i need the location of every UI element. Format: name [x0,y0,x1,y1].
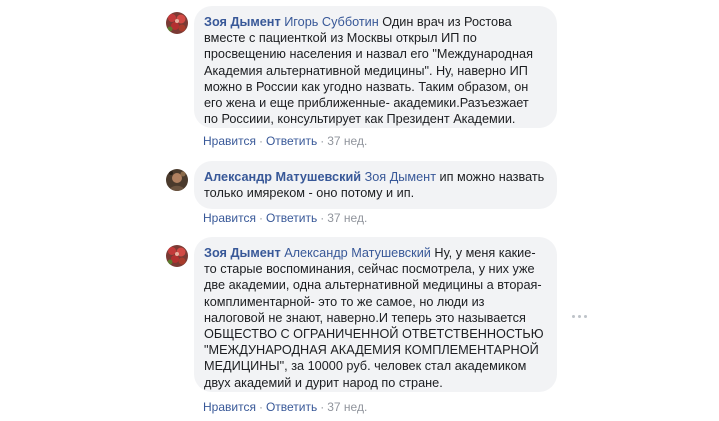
comment-mention[interactable]: Александр Матушевский [284,246,431,260]
separator: · [320,134,325,148]
like-link[interactable]: Нравится [203,400,256,414]
separator: · [320,211,325,225]
avatar-photo-icon [166,169,188,191]
avatar[interactable] [166,169,188,191]
avatar[interactable] [166,245,188,267]
comment-text: Один врач из Ростова вместе с пациенткой… [204,15,533,127]
comment-actions: Нравится · Ответить · 37 нед. [203,400,367,414]
reply-link[interactable]: Ответить [266,400,317,414]
comment-bubble: Александр Матушевский Зоя Дымент ип можн… [194,161,557,209]
comment-bubble: Зоя Дымент Игорь Субботин Один врач из Р… [194,6,557,128]
like-link[interactable]: Нравится [203,134,256,148]
reply-link[interactable]: Ответить [266,211,317,225]
separator: · [258,211,263,225]
avatar-flowers-icon [166,245,188,267]
comment-mention[interactable]: Игорь Субботин [284,15,379,29]
comment-timestamp[interactable]: 37 нед. [327,400,367,414]
comment-actions: Нравится · Ответить · 37 нед. [203,211,367,225]
avatar[interactable] [166,12,188,34]
comment-bubble: Зоя Дымент Александр Матушевский Ну, у м… [194,237,557,392]
reply-link[interactable]: Ответить [266,134,317,148]
comment-timestamp[interactable]: 37 нед. [327,211,367,225]
comment-author[interactable]: Александр Матушевский [204,170,361,184]
avatar-flowers-icon [166,12,188,34]
separator: · [258,400,263,414]
like-link[interactable]: Нравится [203,211,256,225]
comment-mention[interactable]: Зоя Дымент [365,170,436,184]
comment-timestamp[interactable]: 37 нед. [327,134,367,148]
comment-author[interactable]: Зоя Дымент [204,246,281,260]
comment-author[interactable]: Зоя Дымент [204,15,281,29]
separator: · [258,134,263,148]
comment-actions: Нравится · Ответить · 37 нед. [203,134,367,148]
more-options-icon[interactable] [571,313,589,321]
comment-text: Ну, у меня какие-то старые воспоминания,… [204,246,544,390]
separator: · [320,400,325,414]
